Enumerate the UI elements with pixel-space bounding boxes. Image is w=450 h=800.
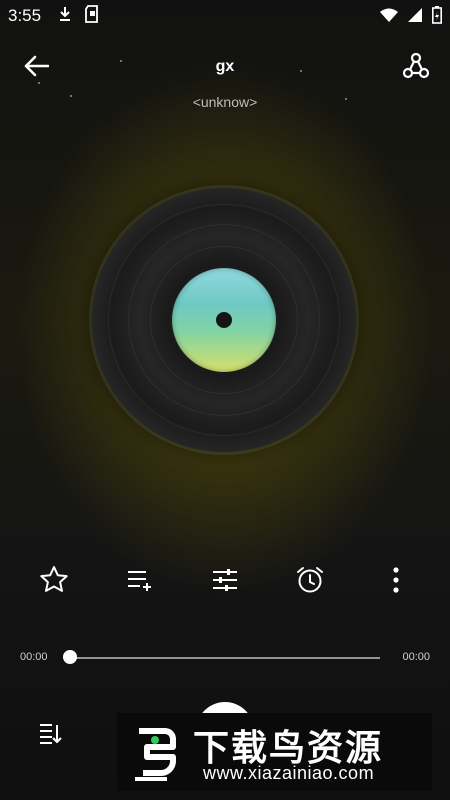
signal-icon — [408, 8, 422, 27]
playlist-button[interactable] — [34, 720, 66, 752]
more-vert-icon — [392, 566, 400, 599]
song-title: gx — [215, 58, 235, 75]
favorite-button[interactable] — [34, 562, 74, 602]
action-row — [0, 562, 450, 602]
seek-bar[interactable] — [70, 657, 380, 659]
sleep-timer-button[interactable] — [290, 562, 330, 602]
add-to-playlist-button[interactable] — [120, 562, 160, 602]
status-time: 3:55 — [8, 6, 42, 25]
share-button[interactable] — [398, 50, 434, 86]
share-icon — [402, 52, 430, 84]
watermark-banner: 下载鸟资源 www.xiazainiao.com — [117, 713, 432, 791]
star-icon — [39, 565, 69, 600]
song-artist: <unknow> — [192, 94, 258, 110]
battery-icon — [432, 6, 442, 29]
wifi-icon — [380, 8, 398, 27]
total-time: 00:00 — [402, 651, 430, 663]
seek-thumb[interactable] — [63, 650, 77, 664]
current-time: 00:00 — [20, 651, 48, 663]
sd-card-icon — [84, 5, 100, 28]
disc-spindle-hole — [216, 312, 232, 328]
playlist-sort-icon — [38, 722, 62, 751]
download-icon — [58, 6, 72, 27]
add-to-playlist-icon — [126, 568, 154, 597]
watermark-url: www.xiazainiao.com — [203, 763, 375, 783]
more-options-button[interactable] — [376, 562, 416, 602]
alarm-icon — [295, 565, 325, 600]
status-icons — [380, 6, 442, 29]
status-bar: 3:55 — [0, 0, 450, 30]
album-disc — [92, 188, 356, 452]
equalizer-button[interactable] — [205, 562, 245, 602]
bird-logo-icon — [125, 721, 185, 783]
equalizer-icon — [211, 568, 239, 597]
disc-label — [172, 268, 276, 372]
